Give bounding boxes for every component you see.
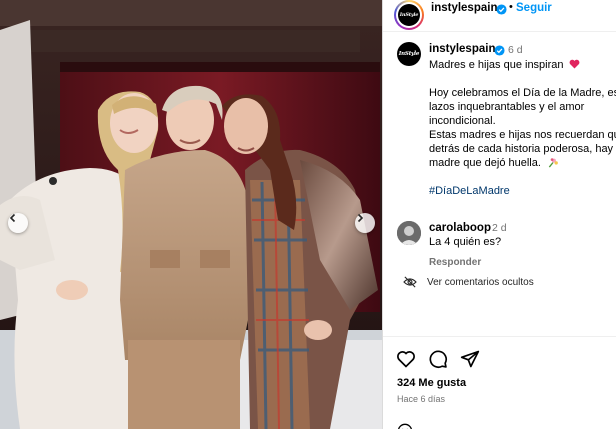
reply-button[interactable]: Responder — [429, 257, 481, 268]
previous-image-button[interactable] — [8, 213, 28, 233]
heart-emoji-icon — [569, 59, 580, 69]
post-photo[interactable] — [0, 0, 382, 429]
photo-illustration — [0, 0, 382, 429]
verified-icon — [494, 45, 505, 56]
separator-dot: • — [509, 1, 513, 13]
caption-line: incondicional. — [429, 115, 496, 127]
likes-count[interactable]: 324 Me gusta — [397, 377, 466, 389]
comment-time[interactable]: 2 d — [492, 222, 507, 234]
posted-ago[interactable]: Hace 6 días — [397, 394, 445, 404]
hidden-comments-toggle[interactable]: Ver comentarios ocultos — [403, 276, 534, 288]
verified-icon — [496, 4, 507, 15]
author-avatar-logo-text: InStyle — [398, 51, 420, 57]
author-avatar[interactable]: InStyle — [397, 42, 421, 66]
bouquet-emoji-icon — [548, 158, 558, 168]
chevron-right-icon — [357, 213, 364, 223]
header-username[interactable]: instylespain — [431, 2, 497, 14]
chevron-left-icon — [9, 213, 16, 223]
post-side-panel: InStyle instylespain • Seguir InStyle in… — [382, 0, 616, 429]
avatar[interactable]: InStyle — [398, 4, 420, 26]
caption-line: madre que dejó huella. — [429, 157, 541, 169]
action-bar: 324 Me gusta Hace 6 días — [383, 336, 616, 429]
caption-line: detrás de cada historia poderosa, hay — [429, 143, 614, 155]
comment-username[interactable]: carolaboop — [429, 222, 491, 234]
heart-icon[interactable] — [396, 349, 416, 369]
post-caption: Madres e hijas que inspiran Hoy celebram… — [429, 58, 616, 198]
comment-text: La 4 quién es? — [429, 236, 502, 248]
commenter-avatar[interactable] — [397, 221, 421, 245]
next-image-button[interactable] — [355, 213, 375, 233]
story-ring[interactable]: InStyle — [394, 0, 424, 30]
commenter-photo — [397, 221, 421, 245]
eye-off-icon — [403, 276, 417, 288]
hidden-comments-label: Ver comentarios ocultos — [427, 276, 534, 288]
post-time[interactable]: 6 d — [508, 44, 523, 56]
caption-line: Hoy celebramos el Día de la Madre, es — [429, 87, 616, 99]
post-header: InStyle instylespain • Seguir — [383, 0, 616, 32]
share-icon[interactable] — [460, 349, 480, 369]
follow-button[interactable]: Seguir — [516, 2, 552, 14]
caption-line: Estas madres e hijas nos recuerdan qu — [429, 129, 616, 141]
caption-line: lazos inquebrantables y el amor — [429, 101, 585, 113]
avatar-logo-text: InStyle — [399, 12, 419, 18]
caption-title: Madres e hijas que inspiran — [429, 59, 564, 71]
comment-icon[interactable] — [428, 349, 448, 369]
hashtag-link[interactable]: #DíaDeLaMadre — [429, 184, 616, 198]
emoji-icon[interactable] — [397, 423, 413, 429]
caption-username[interactable]: instylespain — [429, 43, 495, 55]
